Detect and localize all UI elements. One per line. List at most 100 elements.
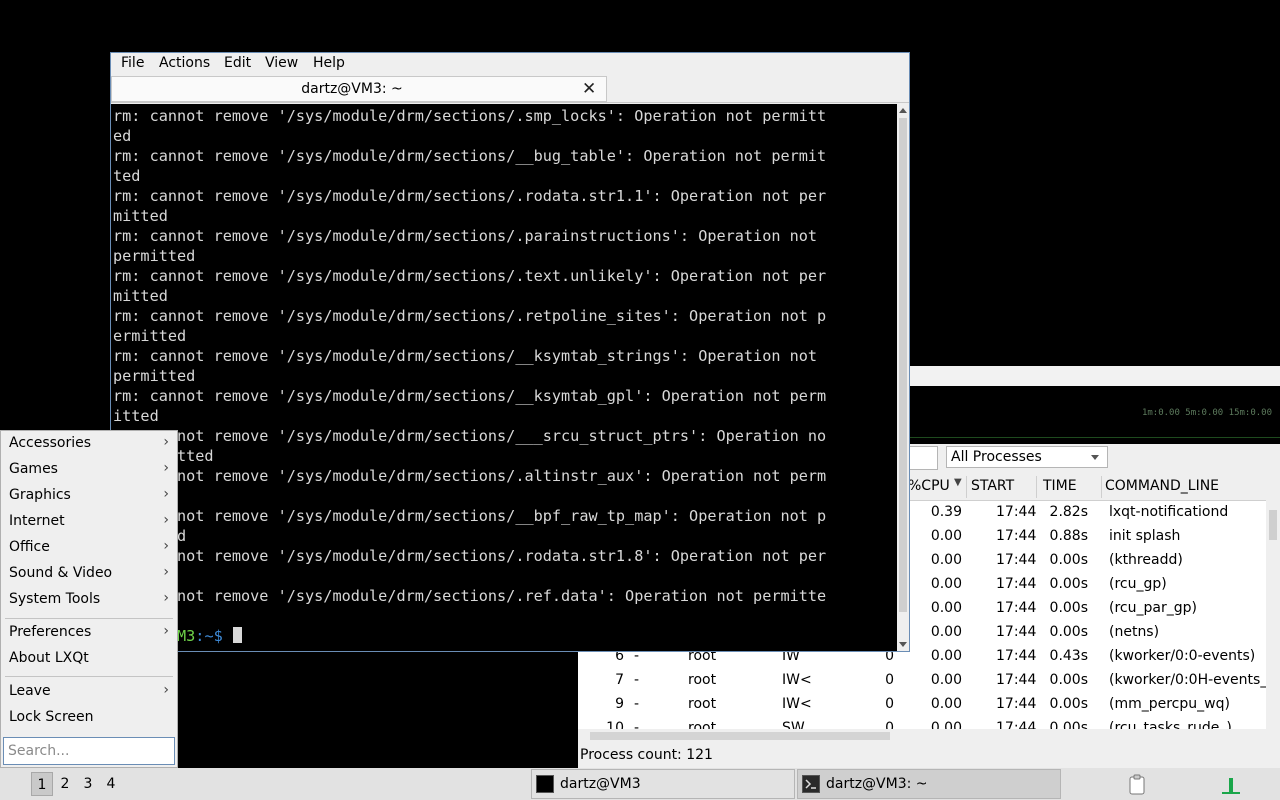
output-line: rm: cannot remove '/sys/module/drm/secti…: [113, 307, 827, 325]
column-cpu[interactable]: %CPU: [908, 478, 950, 494]
tab-title: dartz@VM3: ~: [301, 81, 403, 97]
taskbar-button-task-manager[interactable]: dartz@VM3: [531, 769, 795, 799]
taskbar-button-terminal[interactable]: dartz@VM3: ~: [797, 769, 1061, 799]
menu-item-system-tools[interactable]: System Tools ›: [1, 587, 177, 613]
process-table-horizontal-scrollbar[interactable]: [578, 729, 1266, 743]
bottom-panel: 1 2 3 4 dartz@VM3 dartz@VM3: ~: [0, 768, 1280, 800]
desktop-switch-4[interactable]: 4: [100, 772, 122, 796]
menu-item-label: Office: [9, 539, 50, 555]
desktop-switch-2[interactable]: 2: [54, 772, 76, 796]
menu-actions[interactable]: Actions: [159, 55, 210, 71]
chevron-right-icon: ›: [163, 564, 169, 580]
process-table-vertical-scrollbar[interactable]: [1266, 500, 1280, 728]
output-line: rm: cannot remove '/sys/module/drm/secti…: [113, 547, 827, 565]
scroll-up-arrow-icon[interactable]: [899, 108, 907, 113]
load-average-readout: 1m:0.00 5m:0.00 15m:0.00: [1141, 408, 1272, 418]
cell-time: 0.00s: [1049, 696, 1088, 712]
table-row[interactable]: 10 - root SW 0 0.00 17:44 0.00s (rcu_tas…: [578, 717, 1266, 729]
column-divider[interactable]: [1036, 476, 1037, 498]
cell-command: (mm_percpu_wq): [1109, 696, 1230, 712]
output-line: rm: cannot remove '/sys/module/drm/secti…: [113, 147, 827, 165]
process-scope-value: All Processes: [951, 449, 1042, 465]
menu-item-accessories[interactable]: Accessories ›: [1, 431, 177, 457]
close-icon[interactable]: ✕: [582, 79, 596, 99]
menu-item-games[interactable]: Games ›: [1, 457, 177, 483]
menu-item-about-lxqt[interactable]: About LXQt: [1, 646, 177, 672]
cell-cpu: 0.00: [930, 648, 962, 664]
menu-help[interactable]: Help: [313, 55, 345, 71]
cell-tty: -: [634, 696, 640, 712]
cpu-monitor-icon[interactable]: [1220, 774, 1242, 794]
output-line: ted: [113, 167, 141, 185]
chevron-right-icon: ›: [163, 512, 169, 528]
cell-start: 17:44: [996, 648, 1037, 664]
cell-start: 17:44: [996, 528, 1037, 544]
taskbar-button-label: dartz@VM3: [560, 776, 641, 792]
menu-item-leave[interactable]: Leave ›: [1, 679, 177, 705]
terminal-menubar: File Actions Edit View Help: [111, 53, 909, 75]
cell-time: 0.88s: [1049, 528, 1088, 544]
menu-item-preferences[interactable]: Preferences ›: [1, 620, 177, 646]
column-start[interactable]: START: [971, 478, 1014, 494]
cell-cpu: 0.00: [930, 552, 962, 568]
cell-time: 0.00s: [1049, 720, 1088, 729]
cell-start: 17:44: [996, 504, 1037, 520]
menu-item-label: Leave: [9, 683, 51, 699]
process-filter-input[interactable]: [908, 446, 938, 470]
output-line: rm: cannot remove '/sys/module/drm/secti…: [113, 107, 827, 125]
output-line: ed: [113, 127, 132, 145]
cell-user: root: [688, 672, 717, 688]
cell-pid: 9: [615, 696, 624, 712]
column-command-line[interactable]: COMMAND_LINE: [1105, 478, 1219, 494]
output-line: ermitted: [113, 327, 187, 345]
terminal-tab[interactable]: dartz@VM3: ~ ✕: [111, 76, 607, 102]
column-divider[interactable]: [966, 476, 967, 498]
menu-item-office[interactable]: Office ›: [1, 535, 177, 561]
cell-start: 17:44: [996, 576, 1037, 592]
output-line: rm: cannot remove '/sys/module/drm/secti…: [113, 267, 827, 285]
cell-time: 0.00s: [1049, 624, 1088, 640]
cell-user: root: [688, 720, 717, 729]
desktop-switch-3[interactable]: 3: [77, 772, 99, 796]
menu-file[interactable]: File: [121, 55, 144, 71]
chevron-right-icon: ›: [163, 682, 169, 698]
menu-item-sound-video[interactable]: Sound & Video ›: [1, 561, 177, 587]
cell-time: 2.82s: [1049, 504, 1088, 520]
output-line: rm: cannot remove '/sys/module/drm/secti…: [113, 347, 818, 365]
menu-item-label: About LXQt: [9, 650, 89, 666]
output-line: permitted: [113, 367, 196, 385]
scrollbar-thumb[interactable]: [1269, 510, 1277, 540]
output-line: mitted: [113, 207, 168, 225]
menu-item-label: System Tools: [9, 591, 101, 607]
menu-item-internet[interactable]: Internet ›: [1, 509, 177, 535]
process-scope-select[interactable]: All Processes: [946, 446, 1108, 468]
terminal-output[interactable]: rm: cannot remove '/sys/module/drm/secti…: [111, 104, 897, 651]
clipboard-icon[interactable]: [1126, 774, 1148, 795]
menu-item-lock-screen[interactable]: Lock Screen: [1, 705, 177, 731]
menu-item-graphics[interactable]: Graphics ›: [1, 483, 177, 509]
column-time[interactable]: TIME: [1043, 478, 1077, 494]
table-row[interactable]: 7 - root IW< 0 0.00 17:44 0.00s (kworker…: [578, 669, 1266, 693]
cell-cpu: 0.00: [930, 696, 962, 712]
scrollbar-thumb[interactable]: [899, 118, 907, 612]
menu-view[interactable]: View: [265, 55, 298, 71]
cell-tty: -: [634, 672, 640, 688]
text-cursor: [232, 627, 242, 643]
menu-edit[interactable]: Edit: [224, 55, 251, 71]
cell-start: 17:44: [996, 552, 1037, 568]
cell-cpu: 0.00: [930, 576, 962, 592]
menu-search-input[interactable]: [3, 737, 175, 765]
table-row[interactable]: 9 - root IW< 0 0.00 17:44 0.00s (mm_perc…: [578, 693, 1266, 717]
cell-pid: 10: [606, 720, 624, 729]
cell-start: 17:44: [996, 720, 1037, 729]
terminal-scrollbar[interactable]: [897, 104, 909, 651]
column-divider[interactable]: [1101, 476, 1102, 498]
scrollbar-thumb[interactable]: [590, 732, 890, 740]
output-line: rm: cannot remove '/sys/module/drm/secti…: [113, 387, 827, 405]
cell-start: 17:44: [996, 624, 1037, 640]
desktop-switch-1[interactable]: 1: [31, 772, 53, 796]
cell-command: (kworker/0:0-events): [1109, 648, 1256, 664]
chevron-right-icon: ›: [163, 623, 169, 639]
cell-cpu: 0.00: [930, 600, 962, 616]
scroll-down-arrow-icon[interactable]: [899, 642, 907, 647]
